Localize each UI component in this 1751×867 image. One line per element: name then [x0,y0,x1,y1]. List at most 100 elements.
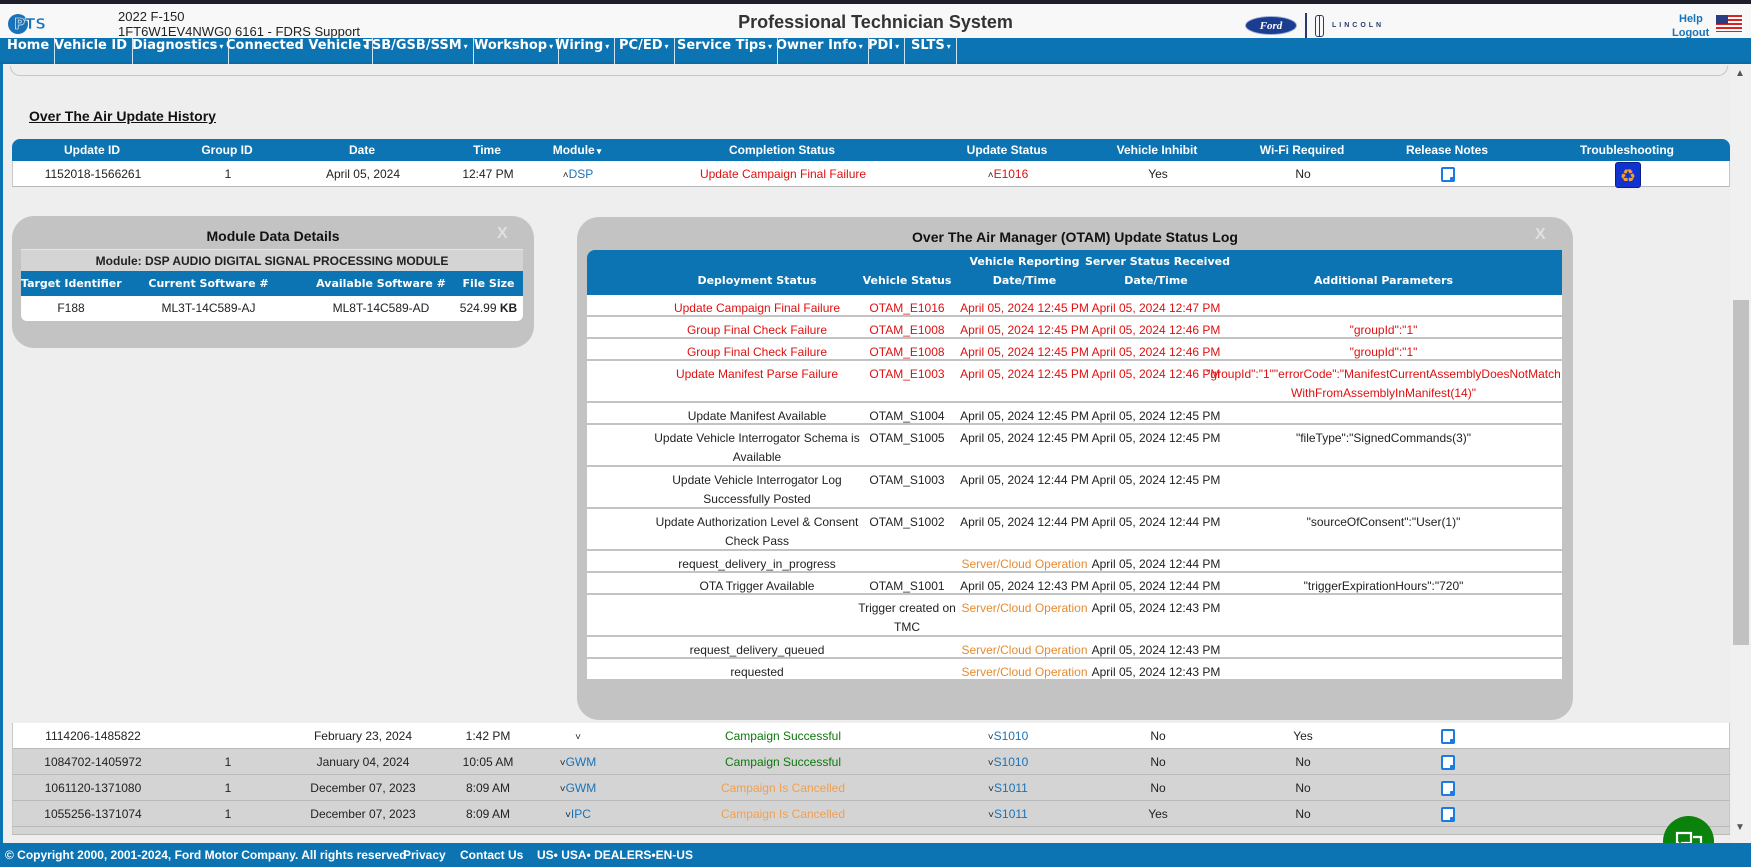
nav-item-workshop[interactable]: Workshop ▾ [469,38,560,64]
col-target: Target Identifier [21,277,122,290]
nav-item-vehicle-id[interactable]: Vehicle ID [49,38,134,64]
scrollbar-thumb[interactable] [1733,300,1749,645]
help-link[interactable]: Help [1679,13,1703,25]
nav-item-pdi[interactable]: PDI ▾ [863,38,906,64]
otam-table-header: Deployment Status Vehicle Status Vehicle… [587,250,1562,295]
table-row[interactable]: 1055256-1371074 1 December 07, 2023 8:09 AM… [12,801,1730,827]
scroll-down-icon[interactable]: ▼ [1735,822,1745,833]
nav-item-wiring[interactable]: Wiring ▾ [550,38,616,64]
table-row[interactable]: 1084702-1405972 1 January 04, 2024 10:05 AM… [12,749,1730,775]
vehicle-inhibit: No [1150,729,1166,743]
col-available: Available Software # [316,277,446,290]
otam-vstatus: OTAM_S1001 [869,579,945,593]
otam-vtime: Server/Cloud Operation [961,601,1088,615]
release-notes[interactable] [1393,775,1503,801]
nav-item-owner-info[interactable]: Owner Info ▾ [771,38,869,64]
otam-vtime: April 05, 2024 12:45 PM [960,323,1089,337]
chevron-down-icon: ▾ [605,42,610,51]
release-notes[interactable] [1393,723,1503,749]
otam-log-row: request_delivery_queued Server/Cloud Oper… [587,637,1562,659]
otam-vtime: April 05, 2024 12:45 PM [960,301,1089,315]
notes-icon[interactable] [1441,729,1455,745]
nav-item-slts[interactable]: SLTS ▾ [906,38,957,64]
update-status-link[interactable]: S1011 [994,781,1028,795]
table-row[interactable]: 1114206-1485822 February 23, 2024 1:42 PM ˅… [12,723,1730,749]
left-border [0,64,3,844]
vehicle-inhibit: No [1150,781,1166,795]
recycle-troubleshoot-icon[interactable]: ♻ [1615,161,1641,188]
release-notes[interactable] [1393,161,1503,187]
nav-label: Wiring [555,38,604,53]
module-link[interactable]: GWM [566,781,597,795]
update-status-link[interactable]: E1016 [994,167,1029,181]
vehicle-inhibit: Yes [1148,807,1168,821]
nav-item-connected-vehicle[interactable]: Connected Vehicle ▾ [221,38,374,64]
notes-icon[interactable] [1441,781,1455,797]
otam-deployment: Update Campaign Final Failure [673,301,841,315]
wifi-required: No [1295,781,1311,795]
notes-icon[interactable] [1441,167,1455,183]
module-link[interactable]: IPC [571,807,591,821]
otam-log-row: Update Campaign Final Failure OTAM_E1016 A… [587,295,1562,317]
otam-deployment: Update Vehicle Interrogator Schema is Av… [654,431,860,464]
otam-deployment: request_delivery_queued [689,643,825,657]
release-notes[interactable] [1393,749,1503,775]
otam-log-row: Update Vehicle Interrogator Log Successf… [587,467,1562,509]
otam-deployment: Group Final Check Failure [686,345,828,359]
notes-icon[interactable] [1441,755,1455,771]
troubleshooting[interactable]: ♻ [1528,161,1728,188]
otam-log-row: Update Authorization Level & Consent Che… [587,509,1562,551]
nav-label: Diagnostics [132,38,218,53]
nav-item-home[interactable]: Home [2,38,56,64]
update-status-link[interactable]: S1011 [994,807,1028,821]
module-data-details-panel: Module Data Details X Module: DSP AUDIO … [12,216,534,348]
col-label: Date [348,143,375,157]
contact-link[interactable]: Contact Us [460,843,523,867]
otam-log-panel: Over The Air Manager (OTAM) Update Statu… [577,217,1573,720]
col-vehicle-inhibit: Vehicle Inhibit [1072,139,1242,161]
otam-vstatus: Trigger created on TMC [858,601,956,634]
table-row[interactable]: 1061120-1371080 1 December 07, 2023 8:09 AM… [12,775,1730,801]
close-icon[interactable]: X [497,225,508,243]
col-label: Update Status [966,143,1048,157]
module-table-header: Target Identifier Current Software # Ava… [21,271,523,296]
otam-vtime: April 05, 2024 12:45 PM [960,431,1089,445]
otam-vstatus: OTAM_E1008 [869,345,945,359]
otam-vtime: April 05, 2024 12:43 PM [960,579,1089,593]
us-flag-icon[interactable] [1716,15,1742,32]
nav-label: PDI [868,38,894,53]
otam-deployment: Update Manifest Available [687,409,827,423]
col-vehicle-reporting: Vehicle Reporting [969,255,1080,268]
otam-stime: April 05, 2024 12:43 PM [1091,601,1221,615]
otam-vtime: April 05, 2024 12:45 PM [960,367,1089,381]
module-link[interactable]: GWM [566,755,597,769]
otam-params: "triggerExpirationHours":"720" [1303,579,1464,593]
release-notes[interactable] [1393,801,1503,827]
table-row-expanded[interactable]: 1152018-1566261 1 April 05, 2024 12:47 PM ˄D… [12,161,1730,188]
nav-item-tsb-gsb-ssm[interactable]: TSB/GSB/SSM ▾ [358,38,474,64]
chevron-down-icon[interactable]: ˅ [575,732,581,743]
nav-label: PC/ED [619,38,663,53]
main-nav: Home Vehicle ID Diagnostics ▾ Connected Vehi… [0,38,1751,64]
privacy-link[interactable]: Privacy [403,843,446,867]
otam-stime: April 05, 2024 12:44 PM [1091,557,1221,571]
update-id: 1152018-1566261 [44,167,142,181]
col-label: Wi-Fi Required [1259,143,1345,157]
module-table-row: F188 ML3T-14C589-AJ ML8T-14C589-AD 524.9… [21,296,523,321]
col-params: Additional Parameters [1313,274,1454,287]
locale-link[interactable]: US• USA• DEALERS•EN-US [537,843,693,867]
notes-icon[interactable] [1441,807,1455,823]
otam-vstatus: OTAM_S1003 [869,473,945,487]
scroll-up-icon[interactable]: ▲ [1735,68,1745,79]
nav-item-diagnostics[interactable]: Diagnostics ▾ [127,38,230,64]
update-status-link[interactable]: S1010 [994,729,1029,743]
nav-item-service-tips[interactable]: Service Tips ▾ [672,38,778,64]
close-icon[interactable]: X [1535,226,1546,244]
nav-item-pc-ed[interactable]: PC/ED ▾ [614,38,675,64]
otam-log-row: Group Final Check Failure OTAM_E1008 April… [587,317,1562,339]
module-link[interactable]: DSP [569,167,594,181]
collapsed-section-bottom [10,66,1728,76]
otam-log-row: Group Final Check Failure OTAM_E1008 April… [587,339,1562,361]
update-status-link[interactable]: S1010 [994,755,1029,769]
otam-log-row: request_delivery_in_progress Server/Cloud… [587,551,1562,573]
